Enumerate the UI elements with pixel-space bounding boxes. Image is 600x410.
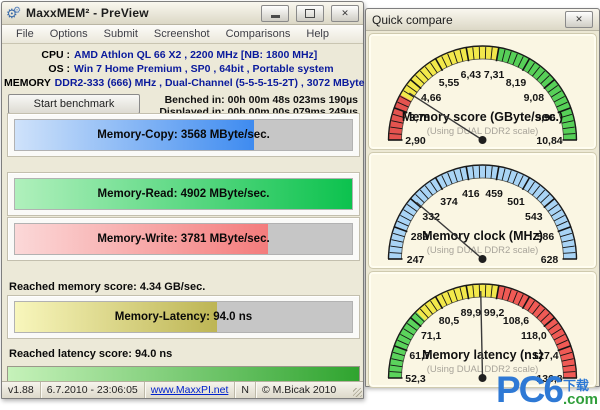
menu-file[interactable]: File <box>8 25 42 43</box>
memory-read-bar: Memory-Read: 4902 MByte/sec. <box>7 172 360 216</box>
gauge-scale-label: 6,43 <box>461 69 482 81</box>
gauge-scale-label: 52,3 <box>405 373 426 385</box>
gauge-scale-label: 247 <box>407 254 425 266</box>
memory-copy-label: Memory-Copy: 3568 MByte/sec. <box>15 120 352 150</box>
memory-copy-bar: Memory-Copy: 3568 MByte/sec. <box>7 113 360 157</box>
app-gears-icon: ⚙⚙ <box>6 7 22 20</box>
version-label: v1.88 <box>2 382 41 398</box>
gauge-scale-label: 416 <box>462 188 480 200</box>
maxxmem-window: ⚙⚙ MaxxMEM² - PreView ✕ File Options Sub… <box>1 1 364 399</box>
gauge-scale-label: 10,84 <box>536 135 562 147</box>
gauge-scale-label: 8,19 <box>506 77 527 89</box>
memory-clock-panel: 247289332374416459501543586628Memory clo… <box>368 152 597 269</box>
resize-grip-icon[interactable] <box>353 388 362 397</box>
benched-in: Benched in: 00h 00m 48s 023ms 190µs <box>159 94 358 106</box>
cpu-label: CPU : <box>4 48 70 62</box>
menu-bar: File Options Submit Screenshot Compariso… <box>2 25 363 44</box>
memory-score-panel: 2,903,784,665,556,437,318,199,089,9610,8… <box>368 33 597 150</box>
quick-compare-title-bar[interactable]: Quick compare ✕ <box>366 9 599 31</box>
memory-latency-track: Memory-Latency: 94.0 ns <box>14 301 353 333</box>
cpu-value: AMD Athlon QL 66 X2 , 2200 MHz [NB: 1800… <box>70 48 317 62</box>
menu-submit[interactable]: Submit <box>96 25 146 43</box>
memory-read-track: Memory-Read: 4902 MByte/sec. <box>14 178 353 210</box>
memory-read-label: Memory-Read: 4902 MByte/sec. <box>15 179 352 209</box>
os-row: OS : Win 7 Home Premium , SP0 , 64bit , … <box>4 62 357 76</box>
minimize-icon <box>271 15 280 18</box>
minimize-button[interactable] <box>261 5 289 22</box>
gauge-scale-label: 89,9 <box>461 307 482 319</box>
memory-write-track: Memory-Write: 3781 MByte/sec. <box>14 223 353 255</box>
gauge-scale-label: 543 <box>525 211 543 223</box>
gauge-title: Memory clock (MHz) <box>422 229 543 243</box>
gauge-subtitle: (Using DUAL DDR2 scale) <box>427 126 539 137</box>
gauge-scale-label: 80,5 <box>439 315 460 327</box>
status-bar: v1.88 6.7.2010 - 23:06:05 www.MaxxPI.net… <box>2 381 363 398</box>
title-bar[interactable]: ⚙⚙ MaxxMEM² - PreView ✕ <box>2 2 363 25</box>
menu-options[interactable]: Options <box>42 25 96 43</box>
reached-latency-score: Reached latency score: 94.0 ns <box>9 348 172 360</box>
menu-screenshot[interactable]: Screenshot <box>146 25 218 43</box>
gauge-scale-label: 108,6 <box>503 315 529 327</box>
gauge-pivot <box>479 136 487 144</box>
gauge-scale-label: 99,2 <box>484 307 505 319</box>
memory-latency-label: Memory-Latency: 94.0 ns <box>15 302 352 332</box>
n-indicator: N <box>235 382 256 398</box>
menu-help[interactable]: Help <box>298 25 337 43</box>
datetime-label: 6.7.2010 - 23:06:05 <box>41 382 145 398</box>
gauge-subtitle: (Using DUAL DDR2 scale) <box>427 245 539 256</box>
copyright-label: © M.Bicak 2010 <box>256 382 363 398</box>
window-title: MaxxMEM² - PreView <box>26 6 254 20</box>
pc6-logo: PC6 <box>496 373 562 407</box>
memory-latency-panel: 52,361,771,180,589,999,2108,6118,0127,41… <box>368 271 597 388</box>
close-icon: ✕ <box>341 8 349 19</box>
gauge-scale-label: 71,1 <box>421 330 442 342</box>
gauge-pivot <box>479 374 487 382</box>
gauge-scale-label: 628 <box>541 254 559 266</box>
memory-score-gauge: 2,903,784,665,556,437,318,199,089,9610,8… <box>369 38 596 149</box>
reached-memory-score: Reached memory score: 4.34 GB/sec. <box>9 281 205 293</box>
maximize-icon <box>305 9 315 18</box>
maximize-button[interactable] <box>296 5 324 22</box>
gauge-scale-label: 459 <box>485 188 503 200</box>
memory-latency-bar: Memory-Latency: 94.0 ns <box>7 295 360 339</box>
gauge-scale-label: 9,08 <box>524 92 545 104</box>
gauge-title: Memory score (GByte/sec.) <box>402 110 563 124</box>
quick-compare-close-button[interactable]: ✕ <box>565 11 593 28</box>
memory-clock-gauge: 247289332374416459501543586628Memory clo… <box>369 157 596 268</box>
pc6-watermark: PC6 下载 .com <box>496 373 598 407</box>
quick-compare-window: Quick compare ✕ 2,903,784,665,556,437,31… <box>365 8 600 387</box>
close-button[interactable]: ✕ <box>331 5 359 22</box>
memory-write-label: Memory-Write: 3781 MByte/sec. <box>15 224 352 254</box>
quick-compare-body: 2,903,784,665,556,437,318,199,089,9610,8… <box>366 31 599 392</box>
menu-comparisons[interactable]: Comparisons <box>218 25 299 43</box>
os-value: Win 7 Home Premium , SP0 , 64bit , Porta… <box>70 62 334 76</box>
overall-progress-fill <box>8 367 359 381</box>
maxxpi-link[interactable]: www.MaxxPI.net <box>151 384 229 396</box>
gauge-scale-label: 501 <box>507 196 525 208</box>
gauge-scale-label: 374 <box>440 196 458 208</box>
memory-write-bar: Memory-Write: 3781 MByte/sec. <box>7 217 360 261</box>
gauge-scale-label: 5,55 <box>439 77 460 89</box>
quick-compare-title: Quick compare <box>372 13 562 27</box>
gauge-pivot <box>479 255 487 263</box>
memory-copy-track: Memory-Copy: 3568 MByte/sec. <box>14 119 353 151</box>
close-icon: ✕ <box>575 14 583 25</box>
overall-progress-bar <box>7 366 360 382</box>
start-benchmark-button[interactable]: Start benchmark <box>8 94 140 114</box>
os-label: OS : <box>4 62 70 76</box>
gauge-scale-label: 118,0 <box>521 330 547 342</box>
gauge-scale-label: 7,31 <box>484 69 505 81</box>
gauge-scale-label: 2,90 <box>405 135 426 147</box>
cpu-row: CPU : AMD Athlon QL 66 X2 , 2200 MHz [NB… <box>4 48 357 62</box>
